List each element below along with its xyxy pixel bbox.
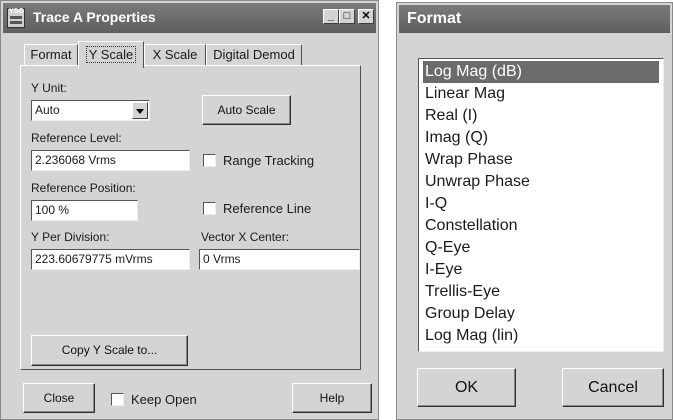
tab-label: X Scale: [152, 47, 198, 62]
maximize-button[interactable]: □: [339, 9, 355, 24]
reference-position-label: Reference Position:: [31, 181, 136, 195]
reference-line-label: Reference Line: [223, 201, 312, 216]
format-option-q-eye[interactable]: Q-Eye: [425, 237, 470, 259]
y-per-division-input[interactable]: 223.60679775 mVrms: [31, 249, 190, 270]
tab-y-scale[interactable]: Y Scale: [78, 41, 144, 68]
y-per-division-label: Y Per Division:: [31, 230, 110, 244]
tab-format[interactable]: Format: [24, 44, 78, 66]
y-unit-select[interactable]: Auto: [31, 100, 150, 121]
vector-x-center-label: Vector X Center:: [201, 230, 290, 244]
vector-x-center-input[interactable]: 0 Vrms: [199, 249, 360, 270]
format-option-log-mag-lin[interactable]: Log Mag (lin): [425, 325, 518, 347]
y-unit-value: Auto: [35, 103, 60, 117]
close-window-button[interactable]: ✕: [358, 9, 374, 24]
format-option-unwrap-phase[interactable]: Unwrap Phase: [425, 171, 530, 193]
help-button[interactable]: Help: [292, 383, 372, 413]
tab-x-scale[interactable]: X Scale: [144, 44, 206, 66]
format-option-group-delay[interactable]: Group Delay: [425, 303, 515, 325]
cancel-button[interactable]: Cancel: [562, 368, 664, 407]
reference-level-label: Reference Level:: [31, 131, 122, 145]
ok-button[interactable]: OK: [417, 368, 516, 407]
trace-properties-window: YSG Trace A Properties _ □ ✕ Format Y Sc…: [0, 0, 379, 420]
app-icon: YSG: [7, 8, 25, 28]
close-button[interactable]: Close: [23, 383, 95, 413]
format-option-linear-mag[interactable]: Linear Mag: [425, 83, 505, 105]
format-option-wrap-phase[interactable]: Wrap Phase: [425, 149, 513, 171]
format-option-log-mag-db[interactable]: Log Mag (dB): [423, 61, 659, 83]
format-listbox[interactable]: Log Mag (dB) Linear Mag Real (I) Imag (Q…: [418, 58, 664, 352]
reference-position-input[interactable]: 100 %: [31, 200, 138, 221]
trace-window-title: Trace A Properties: [33, 9, 156, 25]
tab-label: Format: [30, 47, 72, 62]
format-option-i-eye[interactable]: I-Eye: [425, 259, 462, 281]
range-tracking-checkbox[interactable]: [203, 154, 216, 167]
app-icon-text: YSG: [9, 8, 24, 15]
range-tracking-label: Range Tracking: [223, 153, 315, 168]
tab-label: Digital Demod: [213, 47, 295, 62]
tab-label: Y Scale: [85, 46, 137, 63]
trace-window-titlebar[interactable]: YSG Trace A Properties _ □ ✕: [3, 3, 376, 33]
keep-open-checkbox[interactable]: [111, 393, 124, 406]
format-dialog-title: Format: [407, 10, 462, 27]
format-option-imag-q[interactable]: Imag (Q): [425, 127, 488, 149]
format-option-trellis-eye[interactable]: Trellis-Eye: [425, 281, 500, 303]
y-unit-label: Y Unit:: [31, 81, 67, 95]
reference-line-checkbox[interactable]: [203, 202, 216, 215]
tab-digital-demod[interactable]: Digital Demod: [206, 44, 302, 66]
copy-y-scale-button[interactable]: Copy Y Scale to...: [31, 335, 188, 366]
format-option-i-q[interactable]: I-Q: [425, 193, 447, 215]
chevron-down-icon[interactable]: [132, 102, 148, 119]
keep-open-label: Keep Open: [131, 392, 197, 407]
format-dialog: Format Log Mag (dB) Linear Mag Real (I) …: [396, 2, 673, 420]
minimize-button[interactable]: _: [323, 9, 339, 24]
format-dialog-titlebar[interactable]: Format: [399, 5, 670, 33]
auto-scale-button[interactable]: Auto Scale: [202, 95, 291, 125]
format-option-constellation[interactable]: Constellation: [425, 215, 518, 237]
format-option-real-i[interactable]: Real (I): [425, 105, 477, 127]
reference-level-input[interactable]: 2.236068 Vrms: [31, 150, 190, 171]
